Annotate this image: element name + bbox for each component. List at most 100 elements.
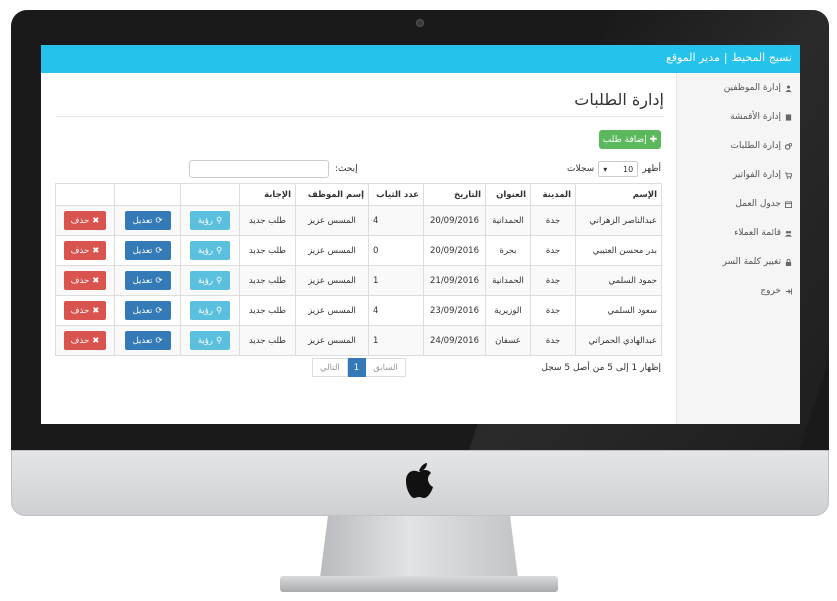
view-button[interactable]: ⚲ رؤية [190, 211, 230, 230]
column-header [55, 183, 115, 206]
cell-view: ⚲ رؤية [180, 205, 240, 236]
edit-label: تعديل [132, 305, 153, 316]
edit-label: تعديل [132, 335, 153, 346]
cell-name: سعود السلمي [575, 295, 662, 326]
view-button[interactable]: ⚲ رؤية [190, 331, 230, 350]
delete-button[interactable]: ✖ حذف [64, 271, 106, 290]
sidebar-item-label: إدارة الأقمشة [730, 112, 781, 122]
view-label: رؤية [197, 335, 213, 346]
sidebar-item-orders[interactable]: إدارة الطلبات [731, 139, 792, 153]
camera-icon [416, 19, 424, 27]
sidebar-item-label: إدارة الموظفين [723, 83, 781, 93]
apple-logo-icon [406, 463, 433, 498]
cell-address: بحرة [485, 235, 531, 266]
cell-view: ⚲ رؤية [180, 265, 240, 296]
column-header[interactable]: عدد الثياب [368, 183, 424, 206]
brand-separator: | [723, 51, 728, 64]
column-header[interactable]: الإسم [575, 183, 662, 206]
plus-icon: ✚ [649, 134, 658, 145]
view-button[interactable]: ⚲ رؤية [190, 241, 230, 260]
delete-button[interactable]: ✖ حذف [64, 241, 106, 260]
column-header [114, 183, 181, 206]
cart-icon [785, 171, 792, 179]
table-row: بدر محسن العتيبي جدة بحرة 20/09/2016 0 ا… [55, 235, 662, 266]
pagination: السابق 1 التالي [312, 358, 406, 377]
sidebar-item-invoices[interactable]: إدارة الفواتير [733, 168, 792, 182]
sidebar-item-schedule[interactable]: جدول العمل [735, 197, 792, 211]
refresh-icon: ⟳ [155, 305, 163, 316]
records-label: سجلات [567, 164, 595, 174]
cell-city: جدة [530, 265, 576, 296]
page-1-button[interactable]: 1 [346, 358, 367, 377]
cell-name: عبدالهادي الحمراني [575, 325, 662, 356]
column-header [180, 183, 240, 206]
add-order-button[interactable]: ✚ إضافة طلب [599, 130, 661, 149]
table-row: عبدالناصر الزهراني جدة الحمدانية 20/09/2… [55, 205, 662, 236]
delete-label: حذف [70, 245, 90, 256]
search-input[interactable] [189, 160, 329, 178]
table-row: سعود السلمي جدة الوزيرية 23/09/2016 4 ال… [55, 295, 662, 326]
cell-city: جدة [530, 205, 576, 236]
cell-date: 20/09/2016 [423, 205, 486, 236]
cell-address: الحمدانية [485, 205, 531, 236]
chevron-down-icon: ▾ [603, 164, 608, 174]
cell-edit: ⟳ تعديل [114, 325, 181, 356]
delete-button[interactable]: ✖ حذف [64, 331, 106, 350]
edit-button[interactable]: ⟳ تعديل [124, 331, 171, 350]
calendar-icon [785, 200, 792, 208]
search-icon: ⚲ [215, 215, 223, 226]
logout-icon [785, 287, 792, 295]
refresh-icon: ⟳ [155, 275, 163, 286]
sidebar-item-employees[interactable]: إدارة الموظفين [724, 81, 792, 95]
edit-button[interactable]: ⟳ تعديل [124, 241, 171, 260]
sidebar-item-fabrics[interactable]: إدارة الأقمشة [730, 110, 792, 124]
edit-button[interactable]: ⟳ تعديل [124, 301, 171, 320]
sidebar-item-logout[interactable]: خروج [760, 284, 792, 298]
delete-label: حذف [70, 335, 90, 346]
table-info: إظهار 1 إلى 5 من أصل 5 سجل [541, 363, 661, 373]
cell-edit: ⟳ تعديل [114, 295, 181, 326]
search-icon: ⚲ [215, 275, 223, 286]
edit-label: تعديل [132, 215, 153, 226]
cell-date: 24/09/2016 [423, 325, 486, 356]
sidebar-item-change-password[interactable]: تغيير كلمة السر [723, 255, 793, 269]
brand[interactable]: نسيج المحيط|مدير الموقع [666, 51, 792, 64]
view-label: رؤية [197, 305, 213, 316]
page-length-select[interactable]: ▾ 10 [598, 161, 639, 177]
column-header[interactable]: إسم الموظف [295, 183, 369, 206]
column-header[interactable]: التاريخ [423, 183, 486, 206]
view-label: رؤية [197, 215, 213, 226]
cell-count: 4 [368, 295, 424, 326]
sidebar-item-customers[interactable]: قائمة العملاء [734, 226, 792, 240]
column-header[interactable]: العنوان [485, 183, 531, 206]
cell-status: طلب جديد [239, 295, 296, 326]
cell-city: جدة [530, 325, 576, 356]
column-header[interactable]: الإجابة [239, 183, 296, 206]
edit-button[interactable]: ⟳ تعديل [124, 271, 171, 290]
cell-address: الحمدانية [485, 265, 531, 296]
cogs-icon [785, 142, 792, 150]
lock-icon [785, 258, 792, 266]
cell-employee: المسس عزيز [295, 235, 369, 266]
cell-delete: ✖ حذف [55, 205, 115, 236]
column-header[interactable]: المدينة [530, 183, 576, 206]
edit-button[interactable]: ⟳ تعديل [124, 211, 171, 230]
delete-button[interactable]: ✖ حذف [64, 301, 106, 320]
view-button[interactable]: ⚲ رؤية [190, 301, 230, 320]
delete-button[interactable]: ✖ حذف [64, 211, 106, 230]
cell-count: 1 [368, 325, 424, 356]
site-subtitle: مدير الموقع [666, 51, 720, 64]
prev-page-button[interactable]: السابق [365, 358, 406, 377]
page-length-value: 10 [623, 164, 634, 174]
cell-status: طلب جديد [239, 265, 296, 296]
show-label: أظهر [642, 164, 661, 174]
sidebar-item-label: قائمة العملاء [734, 228, 781, 238]
cell-edit: ⟳ تعديل [114, 235, 181, 266]
cell-city: جدة [530, 235, 576, 266]
next-page-button[interactable]: التالي [312, 358, 348, 377]
cell-date: 23/09/2016 [423, 295, 486, 326]
cell-view: ⚲ رؤية [180, 235, 240, 266]
view-button[interactable]: ⚲ رؤية [190, 271, 230, 290]
cell-name: حمود السلمي [575, 265, 662, 296]
cell-edit: ⟳ تعديل [114, 265, 181, 296]
